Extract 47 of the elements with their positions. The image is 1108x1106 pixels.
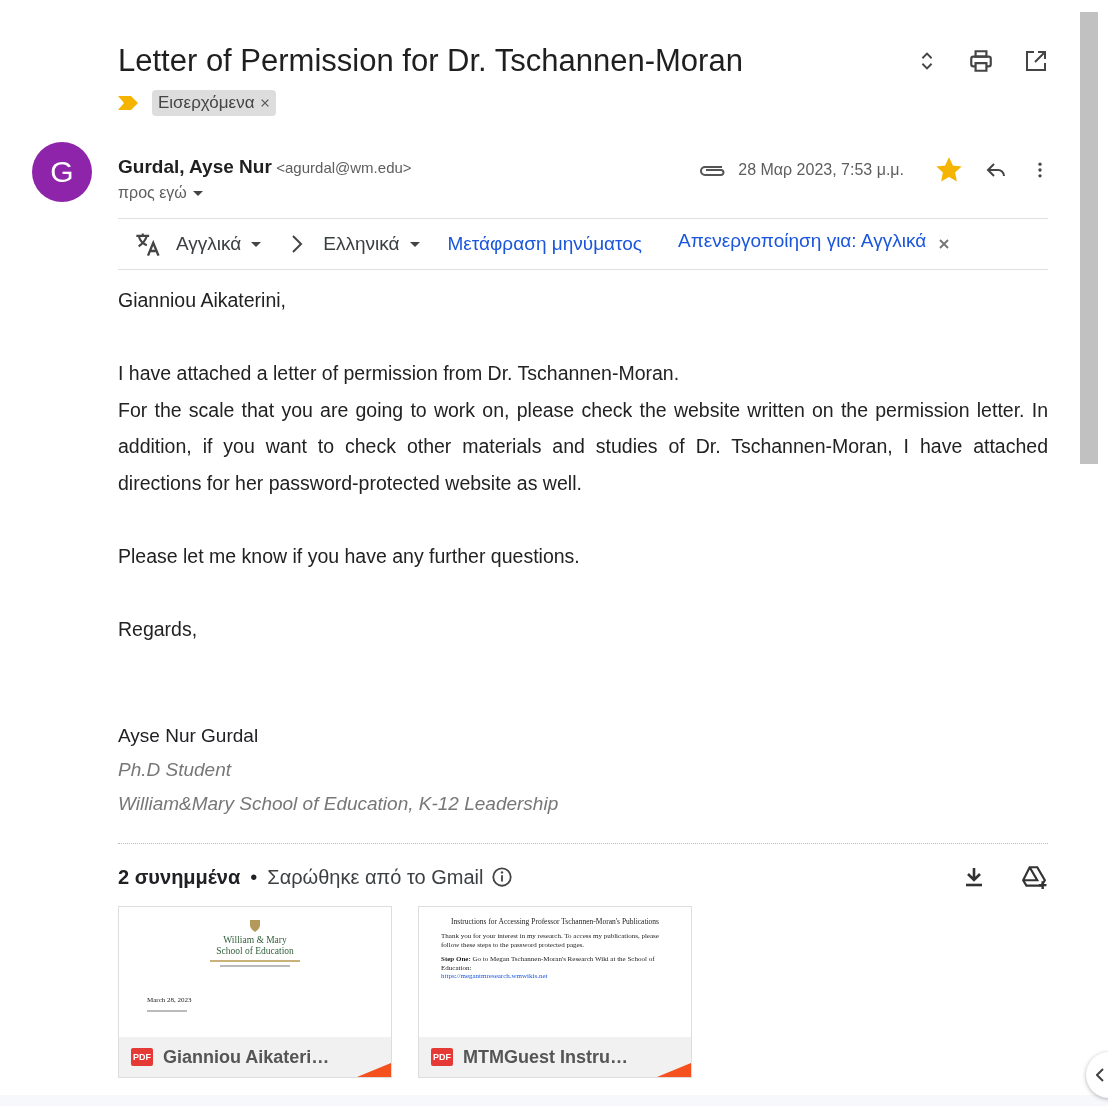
pdf-badge: PDF — [431, 1048, 453, 1066]
importance-marker-icon[interactable] — [118, 96, 138, 110]
info-icon[interactable] — [491, 866, 514, 888]
body-text: Regards, — [118, 616, 199, 642]
pdf-badge: PDF — [131, 1048, 153, 1066]
body-text: For the scale that you are going to work on, please check the website written on the permission letter. In addition, if you want to check other materials and studies of Dr. Tschannen-Moran, I have attached directions for her password-protected website as well. — [118, 397, 1048, 496]
scan-note: Σαρώθηκε από το Gmail — [267, 865, 484, 889]
caret-icon — [409, 241, 420, 247]
source-language-dropdown[interactable]: Αγγλικά — [176, 233, 262, 255]
caret-icon — [192, 190, 203, 196]
separator-dot: • — [250, 865, 258, 889]
sender-email: <agurdal@wm.edu> — [276, 159, 412, 176]
body-text: Gianniou Aikaterini, — [118, 288, 288, 313]
signature-name: Ayse Nur Gurdal — [118, 724, 260, 748]
add-to-drive-icon[interactable] — [1020, 864, 1048, 890]
remove-label-icon[interactable] — [260, 98, 271, 108]
disable-translation-link[interactable]: Απενεργοποίηση για: Αγγλικά — [678, 230, 927, 252]
signature-line: Ph.D Student — [118, 758, 233, 782]
corner-flag-icon — [357, 1063, 391, 1077]
attachment-name: MTMGuest Instru… — [463, 1046, 628, 1068]
open-in-new-window-icon[interactable] — [1024, 49, 1048, 73]
attachment-card[interactable] — [418, 906, 692, 1078]
signature-line: William&Mary School of Education, K-12 Leadership — [118, 792, 560, 816]
label-chip[interactable]: Εισερχόμενα — [152, 90, 277, 116]
scrollbar[interactable] — [1080, 12, 1098, 464]
corner-flag-icon — [657, 1063, 691, 1077]
attachment-name: Gianniou Aikateri… — [163, 1046, 330, 1068]
letterhead-text: William & Mary — [222, 935, 288, 946]
sender-name: Gurdal, Ayse Nur — [118, 156, 272, 177]
caret-icon — [251, 241, 262, 247]
sender-avatar: G — [32, 142, 92, 202]
email-date: 28 Μαρ 2023, 7:53 μ.μ. — [738, 161, 904, 179]
body-text: Please let me know if you have any further questions. — [118, 543, 581, 569]
translate-message-link[interactable]: Μετάφραση μηνύματος — [447, 233, 643, 255]
letterhead-text: School of Education — [215, 946, 295, 957]
print-icon[interactable] — [968, 48, 994, 74]
chevron-right-icon — [291, 234, 304, 254]
star-icon[interactable] — [936, 157, 962, 183]
chevron-left-icon — [1096, 1068, 1104, 1082]
crest-icon — [247, 917, 263, 933]
body-text: I have attached a letter of permission from Dr. Tschannen-Moran. — [118, 361, 681, 386]
attachment-count: 2 συνημμένα — [118, 865, 241, 889]
target-language-dropdown[interactable]: Ελληνικά — [323, 233, 420, 255]
recipient-dropdown[interactable]: προς εγώ — [118, 184, 699, 202]
email-subject: Letter of Permission for Dr. Tschannen-Moran — [118, 43, 744, 79]
close-icon[interactable] — [938, 238, 951, 250]
text-line — [147, 1010, 187, 1012]
